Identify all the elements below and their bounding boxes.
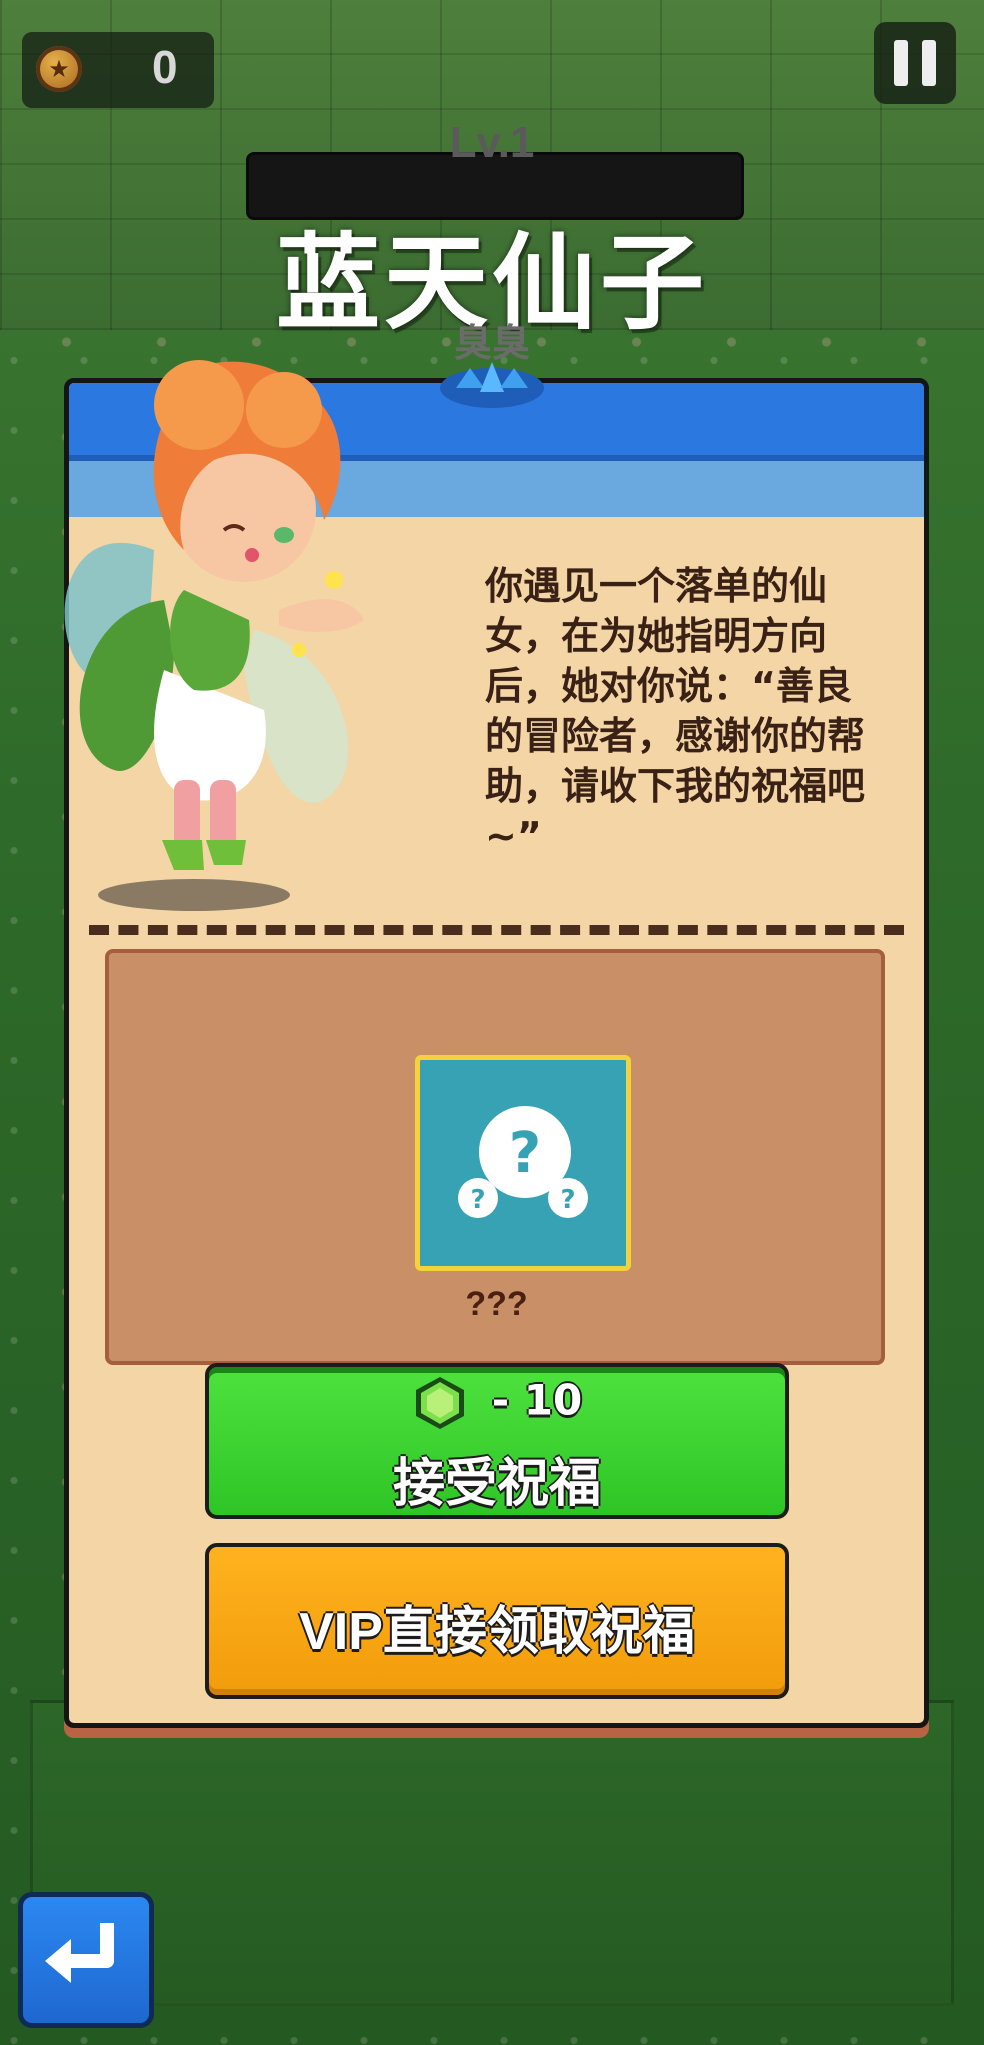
green-gem-icon — [415, 1377, 464, 1429]
reward-name: ??? — [465, 1285, 528, 1323]
svg-text:?: ? — [470, 1185, 485, 1215]
floor-tile — [30, 1700, 954, 2006]
return-arrow-icon — [45, 1923, 114, 1983]
dashed-divider — [89, 925, 904, 935]
accept-blessing-label: 接受祝福 — [392, 1454, 601, 1514]
accept-blessing-button[interactable]: - 10 接受祝福 — [205, 1363, 789, 1519]
svg-text:?: ? — [509, 1121, 541, 1186]
mystery-question-icon: ? ? ? — [458, 1106, 588, 1218]
coin-count: 0 — [152, 41, 178, 93]
pause-icon-bar — [922, 40, 936, 86]
level-label: Lv.1 — [449, 118, 535, 167]
cost-value: - 10 — [491, 1375, 583, 1425]
coin-counter: ★ 0 — [22, 32, 214, 108]
pause-button[interactable] — [874, 22, 956, 104]
back-button[interactable] — [18, 1892, 154, 2028]
fairy-character — [64, 360, 364, 911]
vip-claim-button[interactable]: VIP直接领取祝福 — [205, 1543, 789, 1699]
story-text: 你遇见一个落单的仙女，在为她指明方向后，她对你说：“善良的冒险者，感谢你的帮助，… — [485, 564, 866, 858]
cost-row: - 10 — [209, 1375, 785, 1431]
reward-card[interactable]: ? ? ? — [415, 1055, 631, 1271]
star-coin-icon: ★ — [36, 46, 82, 92]
pause-icon — [894, 40, 908, 86]
svg-text:?: ? — [560, 1185, 575, 1215]
vip-claim-label: VIP直接领取祝福 — [299, 1603, 695, 1661]
